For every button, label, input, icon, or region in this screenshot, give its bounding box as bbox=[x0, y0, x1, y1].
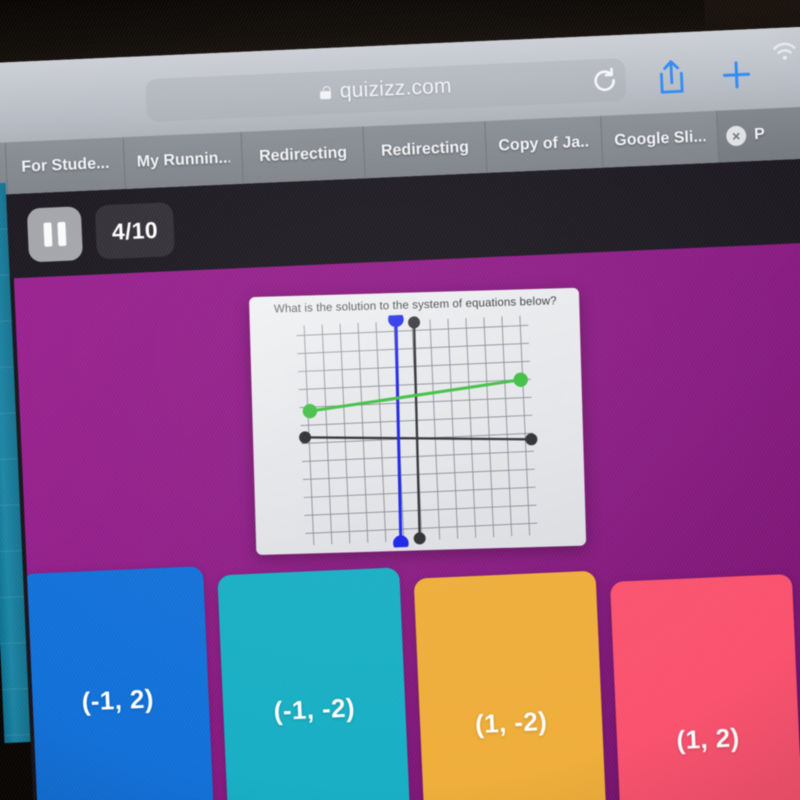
answer-tile-2[interactable]: (1, -2) bbox=[413, 570, 609, 800]
tab-item-copy-of-ja[interactable]: Copy of Ja... bbox=[485, 115, 604, 174]
tab-label: Redirecting bbox=[258, 144, 348, 166]
y-axis bbox=[408, 316, 426, 545]
answer-tile-3[interactable]: (1, 2) bbox=[609, 573, 800, 800]
tab-label: My Runnin... bbox=[136, 149, 231, 171]
tab-item-redirecting-2[interactable]: Redirecting bbox=[363, 121, 488, 179]
tab-item-active[interactable]: × P bbox=[717, 104, 800, 163]
question-counter: 4/10 bbox=[94, 202, 176, 260]
answer-tile-1[interactable]: (-1, -2) bbox=[217, 567, 412, 800]
new-tab-icon[interactable] bbox=[719, 57, 754, 92]
quizizz-app: 4/10 What is the solution to the system … bbox=[6, 156, 800, 800]
tab-label: Copy of Ja... bbox=[498, 133, 590, 155]
pause-icon-bar-right bbox=[57, 221, 67, 247]
screenshot-root: quizizz.com For Stude... My Runnin... Re… bbox=[0, 0, 800, 800]
question-counter-text: 4/10 bbox=[111, 216, 159, 245]
answer-label: (1, -2) bbox=[474, 705, 548, 739]
close-icon[interactable]: × bbox=[725, 125, 747, 147]
pause-button[interactable] bbox=[26, 206, 84, 263]
answer-label: (-1, -2) bbox=[273, 691, 356, 726]
pause-icon-bar-left bbox=[43, 222, 53, 247]
question-card: What is the solution to the system of eq… bbox=[248, 287, 587, 556]
address-bar-text: quizizz.com bbox=[339, 74, 453, 103]
answer-label: (-1, 2) bbox=[80, 682, 155, 717]
answer-tile-0[interactable]: (-1, 2) bbox=[21, 566, 216, 800]
tab-item-redirecting-1[interactable]: Redirecting bbox=[241, 126, 366, 184]
answer-label: (1, 2) bbox=[675, 721, 741, 755]
tablet-screen: quizizz.com For Stude... My Runnin... Re… bbox=[0, 24, 800, 800]
tab-label: P bbox=[753, 125, 766, 144]
tab-item-for-students[interactable]: For Stude... bbox=[5, 137, 126, 195]
share-icon[interactable] bbox=[653, 56, 691, 98]
series-vertical-line bbox=[388, 311, 409, 552]
lock-icon bbox=[319, 85, 332, 99]
wifi-icon bbox=[770, 39, 799, 62]
tab-label: Redirecting bbox=[380, 138, 470, 160]
tab-label: Google Sli... bbox=[613, 128, 706, 150]
graph-svg bbox=[296, 311, 538, 552]
answer-options: (-1, 2) (-1, -2) (1, -2) (1, 2) bbox=[21, 536, 800, 800]
tab-item-google-slides[interactable]: Google Sli... bbox=[601, 110, 720, 168]
reload-icon[interactable] bbox=[589, 65, 620, 96]
question-stage: What is the solution to the system of eq… bbox=[13, 240, 800, 800]
coordinate-graph bbox=[286, 309, 548, 552]
tab-item-my-running[interactable]: My Runnin... bbox=[123, 131, 244, 190]
tab-label: For Stude... bbox=[21, 154, 110, 176]
